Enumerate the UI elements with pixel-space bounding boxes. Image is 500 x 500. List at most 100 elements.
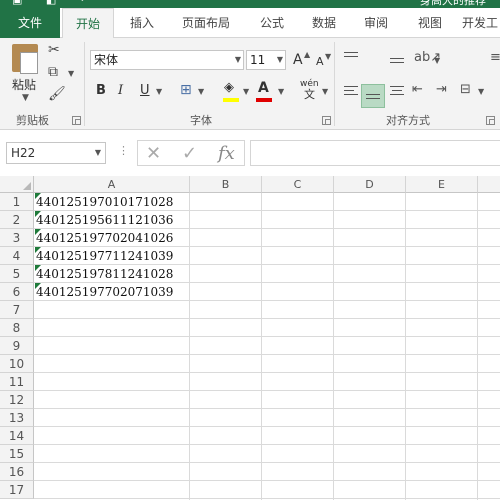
tab-page-layout[interactable]: 页面布局: [176, 8, 236, 38]
font-color-swatch: [256, 98, 272, 102]
tab-insert[interactable]: 插入: [122, 8, 162, 38]
tab-review[interactable]: 审阅: [356, 8, 396, 38]
row-header[interactable]: 17: [0, 481, 34, 499]
paste-paper-icon: [20, 52, 38, 74]
group-divider: [84, 42, 85, 126]
font-size-select[interactable]: 11 ▼: [246, 50, 286, 70]
wrap-text-icon[interactable]: ≡: [490, 50, 500, 66]
column-header-e[interactable]: E: [406, 176, 478, 193]
chevron-down-icon: ▼: [234, 55, 241, 64]
underline-button[interactable]: U: [140, 83, 150, 99]
clipboard-launcher-icon[interactable]: [72, 116, 81, 125]
decrease-indent-icon[interactable]: ⇤: [412, 82, 423, 98]
row-header[interactable]: 3: [0, 229, 34, 247]
more-options-icon[interactable]: ⋮: [118, 144, 129, 157]
gridline: [405, 193, 406, 500]
phonetic-dropdown-icon[interactable]: ▼: [322, 87, 328, 96]
cell-a1[interactable]: 440125197010171028: [35, 193, 189, 211]
enter-icon[interactable]: ✓: [182, 143, 197, 164]
column-header-f[interactable]: [478, 176, 500, 193]
row-header[interactable]: 10: [0, 355, 34, 373]
alignment-group-label: 对齐方式: [386, 114, 430, 127]
paste-dropdown-icon[interactable]: ▼: [22, 93, 29, 103]
paste-label: 粘贴: [12, 78, 37, 92]
cell-a4[interactable]: 440125197711241039: [35, 247, 189, 265]
cut-icon[interactable]: ✂: [48, 42, 60, 58]
tab-formulas[interactable]: 公式: [252, 8, 292, 38]
phonetic-sub-label: 文: [304, 88, 315, 101]
font-launcher-icon[interactable]: [322, 116, 331, 125]
row-header[interactable]: 12: [0, 391, 34, 409]
shrink-font-arrow-icon: ▼: [325, 52, 332, 61]
copy-icon[interactable]: ⧉: [48, 64, 58, 80]
group-divider: [334, 42, 335, 126]
row-header[interactable]: 7: [0, 301, 34, 319]
quick-access-toolbar[interactable]: ▣ ◧ ↶: [12, 0, 99, 6]
border-dropdown-icon[interactable]: ▼: [198, 87, 204, 96]
gridline: [34, 372, 500, 373]
row-header[interactable]: 6: [0, 283, 34, 301]
align-middle-button[interactable]: [361, 84, 385, 108]
font-color-icon[interactable]: A: [258, 80, 269, 96]
fill-color-dropdown-icon[interactable]: ▼: [243, 87, 249, 96]
bold-button[interactable]: B: [96, 83, 106, 99]
formula-input[interactable]: [250, 140, 500, 166]
select-all-button[interactable]: [0, 176, 34, 193]
cell-a5[interactable]: 440125197811241028: [35, 265, 189, 283]
alignment-launcher-icon[interactable]: [486, 116, 495, 125]
fill-color-icon[interactable]: ◈: [224, 80, 234, 96]
fill-color-swatch: [223, 98, 239, 102]
grow-font-button[interactable]: A: [293, 52, 303, 68]
font-color-dropdown-icon[interactable]: ▼: [278, 87, 284, 96]
format-painter-icon[interactable]: 🖌: [48, 86, 66, 102]
row-header[interactable]: 8: [0, 319, 34, 337]
row-header[interactable]: 16: [0, 463, 34, 481]
border-icon[interactable]: ⊞: [180, 82, 192, 98]
gridline: [34, 444, 500, 445]
shrink-font-button[interactable]: A: [316, 54, 324, 70]
insert-function-icon[interactable]: fx: [218, 143, 235, 164]
row-header[interactable]: 14: [0, 427, 34, 445]
tab-home[interactable]: 开始: [62, 8, 114, 39]
clipboard-group-label: 剪贴板: [16, 114, 49, 127]
row-header[interactable]: 9: [0, 337, 34, 355]
column-header-b[interactable]: B: [190, 176, 262, 193]
chevron-down-icon: ▼: [276, 55, 283, 64]
row-header[interactable]: 2: [0, 211, 34, 229]
gridline: [34, 480, 500, 481]
tab-view[interactable]: 视图: [410, 8, 450, 38]
gridline: [34, 318, 500, 319]
column-header-d[interactable]: D: [334, 176, 406, 193]
row-header[interactable]: 11: [0, 373, 34, 391]
row-header[interactable]: 1: [0, 193, 34, 211]
merge-dropdown-icon[interactable]: ▼: [478, 87, 484, 96]
window-title: 身高大的推荐: [420, 0, 486, 7]
cell-a2[interactable]: 440125195611121036: [35, 211, 189, 229]
column-header-a[interactable]: A: [34, 176, 190, 193]
increase-indent-icon[interactable]: ⇥: [436, 82, 447, 98]
row-header[interactable]: 5: [0, 265, 34, 283]
font-size-value: 11: [250, 53, 266, 67]
gridline: [477, 193, 478, 500]
cell-a6[interactable]: 440125197702071039: [35, 283, 189, 301]
worksheet-grid: A B C D E 1 2 3 4 5 6 7 8 9 10 11 12 13 …: [0, 176, 500, 500]
tab-data[interactable]: 数据: [304, 8, 344, 38]
italic-button[interactable]: I: [118, 83, 123, 99]
tab-developer[interactable]: 开发工: [462, 8, 500, 38]
name-box[interactable]: H22 ▼: [6, 142, 106, 164]
column-header-c[interactable]: C: [262, 176, 334, 193]
row-header[interactable]: 15: [0, 445, 34, 463]
chevron-down-icon: ▼: [94, 148, 101, 157]
orientation-dropdown-icon[interactable]: ▼: [434, 56, 440, 65]
underline-dropdown-icon[interactable]: ▼: [156, 87, 162, 96]
gridline: [34, 336, 500, 337]
row-header[interactable]: 4: [0, 247, 34, 265]
cancel-icon[interactable]: ✕: [146, 143, 161, 164]
row-header[interactable]: 13: [0, 409, 34, 427]
merge-center-icon[interactable]: ⊟: [460, 82, 471, 98]
font-name-select[interactable]: 宋体 ▼: [90, 50, 244, 70]
gridline: [34, 462, 500, 463]
copy-dropdown-icon[interactable]: ▼: [68, 69, 74, 78]
cell-a3[interactable]: 440125197702041026: [35, 229, 189, 247]
tab-file[interactable]: 文件: [0, 8, 60, 38]
